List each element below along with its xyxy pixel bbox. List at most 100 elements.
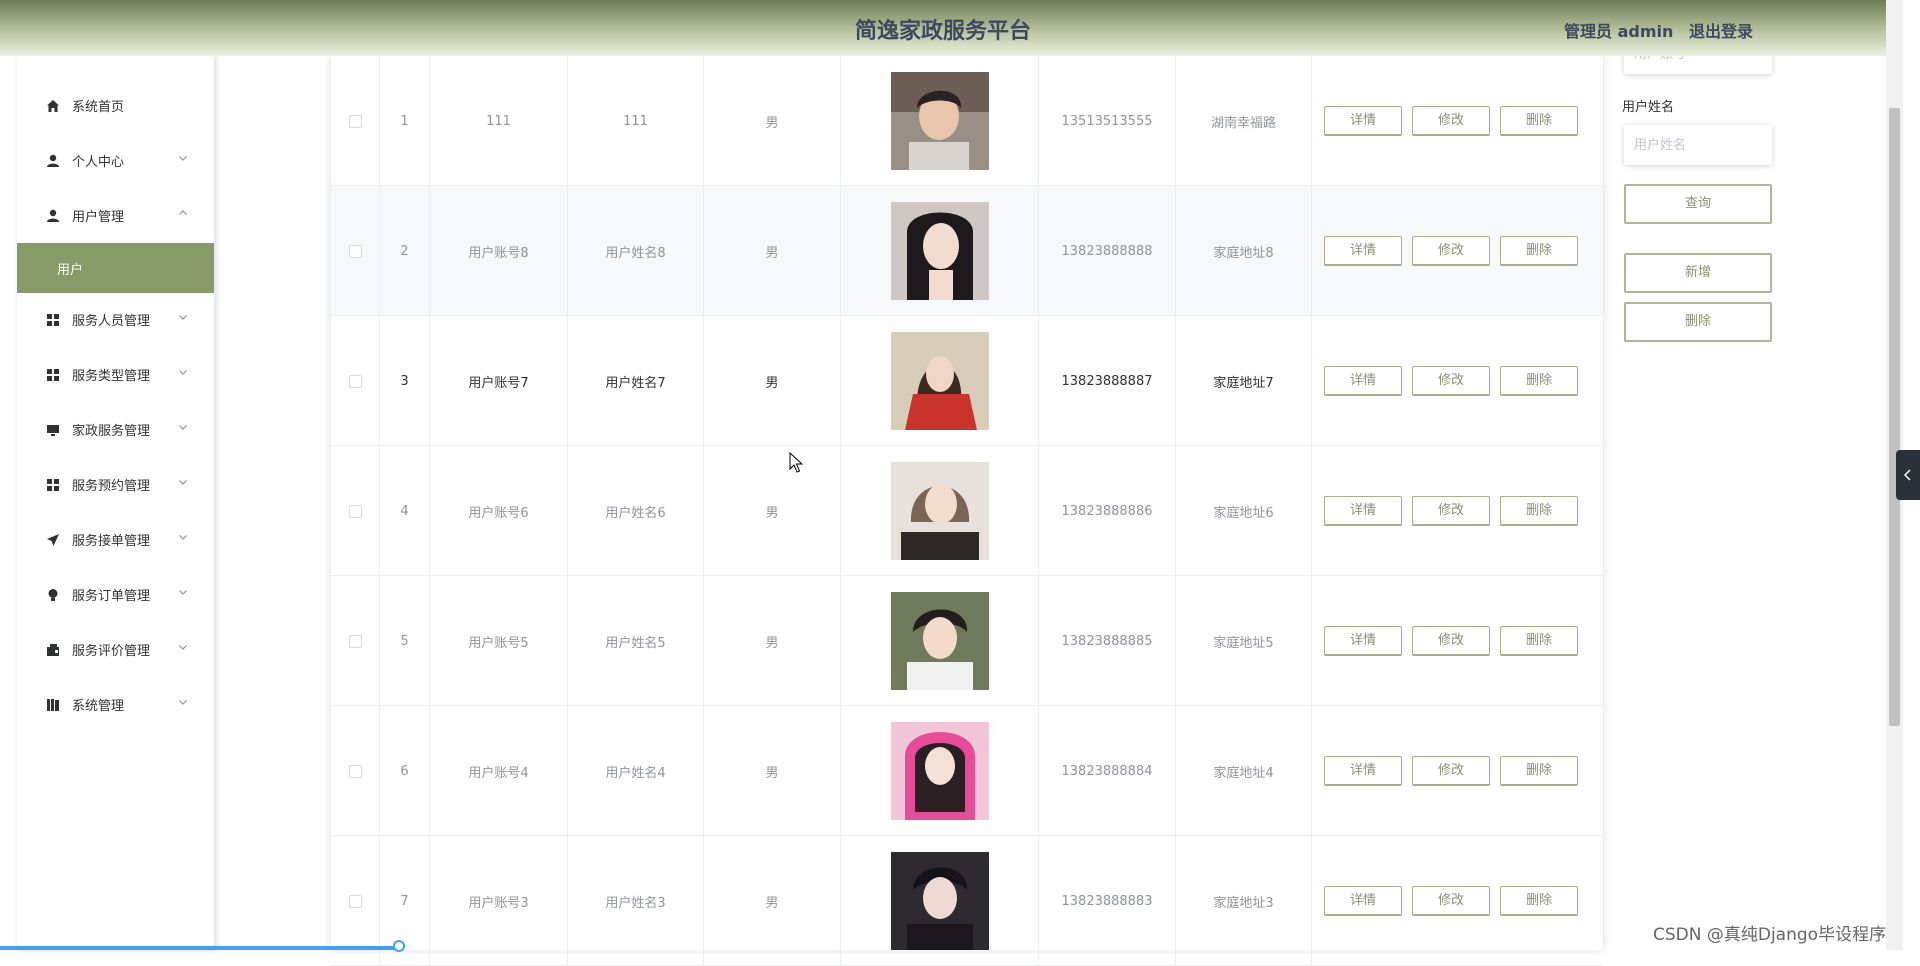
row-checkbox[interactable] xyxy=(348,244,362,258)
sidebar-item-housekeeping-management[interactable]: 家政服务管理 xyxy=(17,406,214,452)
edit-button[interactable]: 修改 xyxy=(1412,756,1490,786)
user-photo xyxy=(890,202,989,300)
row-checkbox-cell xyxy=(331,56,380,186)
edit-button[interactable]: 修改 xyxy=(1412,366,1490,396)
person-icon xyxy=(47,209,59,222)
name-search-input[interactable] xyxy=(1624,125,1772,165)
add-button[interactable]: 新增 xyxy=(1624,253,1772,293)
detail-button[interactable]: 详情 xyxy=(1324,756,1402,786)
row-checkbox[interactable] xyxy=(348,504,362,518)
chevron-down-icon xyxy=(179,645,187,650)
sidebar-item-order-taking-management[interactable]: 服务接单管理 xyxy=(17,516,214,562)
sidebar-item-label: 服务预约管理 xyxy=(72,479,151,494)
detail-button[interactable]: 详情 xyxy=(1324,366,1402,396)
chevron-up-icon xyxy=(179,210,187,215)
edit-button[interactable]: 修改 xyxy=(1412,236,1490,266)
row-checkbox[interactable] xyxy=(348,894,362,908)
batch-delete-button[interactable]: 删除 xyxy=(1624,302,1772,342)
edit-button[interactable]: 修改 xyxy=(1412,106,1490,136)
person-icon xyxy=(47,154,59,167)
row-checkbox-cell xyxy=(331,316,380,446)
logout-link[interactable]: 退出登录 xyxy=(1689,22,1753,41)
edit-button[interactable]: 修改 xyxy=(1412,626,1490,656)
actions-cell: 详情 修改 删除 xyxy=(1312,186,1603,316)
account-cell: 用户账号8 xyxy=(430,186,568,316)
sidebar-item-user-management[interactable]: 用户管理 xyxy=(17,192,214,238)
address-cell: 家庭地址5 xyxy=(1176,576,1312,706)
sidebar-subitem-user[interactable]: 用户 xyxy=(17,243,214,293)
delete-button[interactable]: 删除 xyxy=(1500,496,1578,526)
sidebar-item-label: 服务评价管理 xyxy=(72,644,151,659)
wallet-icon xyxy=(47,644,59,656)
collapse-panel-tab[interactable] xyxy=(1896,450,1920,500)
sidebar-item-profile[interactable]: 个人中心 xyxy=(17,137,214,183)
detail-button[interactable]: 详情 xyxy=(1324,626,1402,656)
sidebar-item-staff-management[interactable]: 服务人员管理 xyxy=(17,296,214,342)
edit-button[interactable]: 修改 xyxy=(1412,886,1490,916)
row-checkbox[interactable] xyxy=(348,374,362,388)
photo-cell xyxy=(841,316,1039,446)
gender-cell: 男 xyxy=(704,576,841,706)
detail-button[interactable]: 详情 xyxy=(1324,496,1402,526)
sidebar-item-booking-management[interactable]: 服务预约管理 xyxy=(17,461,214,507)
admin-user-label[interactable]: 管理员 admin xyxy=(1564,22,1673,41)
progress-bar xyxy=(0,946,398,950)
delete-button[interactable]: 删除 xyxy=(1500,886,1578,916)
sidebar-item-home[interactable]: 系统首页 xyxy=(17,82,214,128)
gender-cell: 男 xyxy=(704,56,841,186)
table-row: 2 用户账号8 用户姓名8 男 13823888888 家庭地址8 详情 修改 … xyxy=(331,186,1603,316)
name-cell: 用户姓名6 xyxy=(568,446,704,576)
actions-cell: 详情 修改 删除 xyxy=(1312,446,1603,576)
photo-cell xyxy=(841,56,1039,186)
chevron-left-icon xyxy=(1903,469,1911,481)
address-cell: 家庭地址7 xyxy=(1176,316,1312,446)
chevron-down-icon xyxy=(179,425,187,430)
phone-cell: 13823888886 xyxy=(1039,446,1176,576)
sidebar-item-label: 家政服务管理 xyxy=(72,424,151,439)
user-photo xyxy=(890,72,989,170)
phone-cell: 13823888885 xyxy=(1039,576,1176,706)
user-photo xyxy=(890,332,989,430)
delete-button[interactable]: 删除 xyxy=(1500,106,1578,136)
account-cell: 111 xyxy=(430,56,568,186)
detail-button[interactable]: 详情 xyxy=(1324,886,1402,916)
delete-button[interactable]: 删除 xyxy=(1500,236,1578,266)
sidebar-item-order-management[interactable]: 服务订单管理 xyxy=(17,571,214,617)
name-cell: 111 xyxy=(568,56,704,186)
user-table: 1 111 111 男 13513513555 湖南幸福路 详情 修改 删除 2… xyxy=(330,56,1604,966)
gender-cell: 男 xyxy=(704,836,841,966)
row-checkbox-cell xyxy=(331,706,380,836)
actions-cell: 详情 修改 删除 xyxy=(1312,706,1603,836)
vertical-scrollbar-thumb[interactable] xyxy=(1889,108,1900,726)
table-row: 5 用户账号5 用户姓名5 男 13823888885 家庭地址5 详情 修改 … xyxy=(331,576,1603,706)
detail-button[interactable]: 详情 xyxy=(1324,106,1402,136)
mouse-cursor-icon xyxy=(789,452,803,473)
table-row: 4 用户账号6 用户姓名6 男 13823888886 家庭地址6 详情 修改 … xyxy=(331,446,1603,576)
user-area: 管理员 admin 退出登录 xyxy=(1564,18,1753,42)
sidebar-item-label: 服务订单管理 xyxy=(72,589,151,604)
query-button[interactable]: 查询 xyxy=(1624,184,1772,224)
sidebar-item-review-management[interactable]: 服务评价管理 xyxy=(17,626,214,672)
actions-cell: 详情 修改 删除 xyxy=(1312,836,1603,966)
photo-cell xyxy=(841,446,1039,576)
delete-button[interactable]: 删除 xyxy=(1500,626,1578,656)
delete-button[interactable]: 删除 xyxy=(1500,366,1578,396)
address-cell: 湖南幸福路 xyxy=(1176,56,1312,186)
photo-cell xyxy=(841,186,1039,316)
table-row: 3 用户账号7 用户姓名7 男 13823888887 家庭地址7 详情 修改 … xyxy=(331,316,1603,446)
row-checkbox[interactable] xyxy=(348,114,362,128)
index-cell: 5 xyxy=(380,576,430,706)
sidebar-item-service-type-management[interactable]: 服务类型管理 xyxy=(17,351,214,397)
row-checkbox[interactable] xyxy=(348,764,362,778)
sidebar-item-system-management[interactable]: 系统管理 xyxy=(17,681,214,727)
sidebar: 系统首页 个人中心 用户管理 用户 服务人员管理 服务类型管理 家政服务管理 服… xyxy=(17,56,214,950)
progress-handle[interactable] xyxy=(393,940,405,952)
sidebar-item-label: 服务类型管理 xyxy=(72,369,151,384)
sidebar-item-label: 服务接单管理 xyxy=(72,534,151,549)
chevron-down-icon xyxy=(179,590,187,595)
detail-button[interactable]: 详情 xyxy=(1324,236,1402,266)
edit-button[interactable]: 修改 xyxy=(1412,496,1490,526)
top-header: 简逸家政服务平台 管理员 admin 退出登录 xyxy=(0,0,1886,56)
row-checkbox[interactable] xyxy=(348,634,362,648)
delete-button[interactable]: 删除 xyxy=(1500,756,1578,786)
